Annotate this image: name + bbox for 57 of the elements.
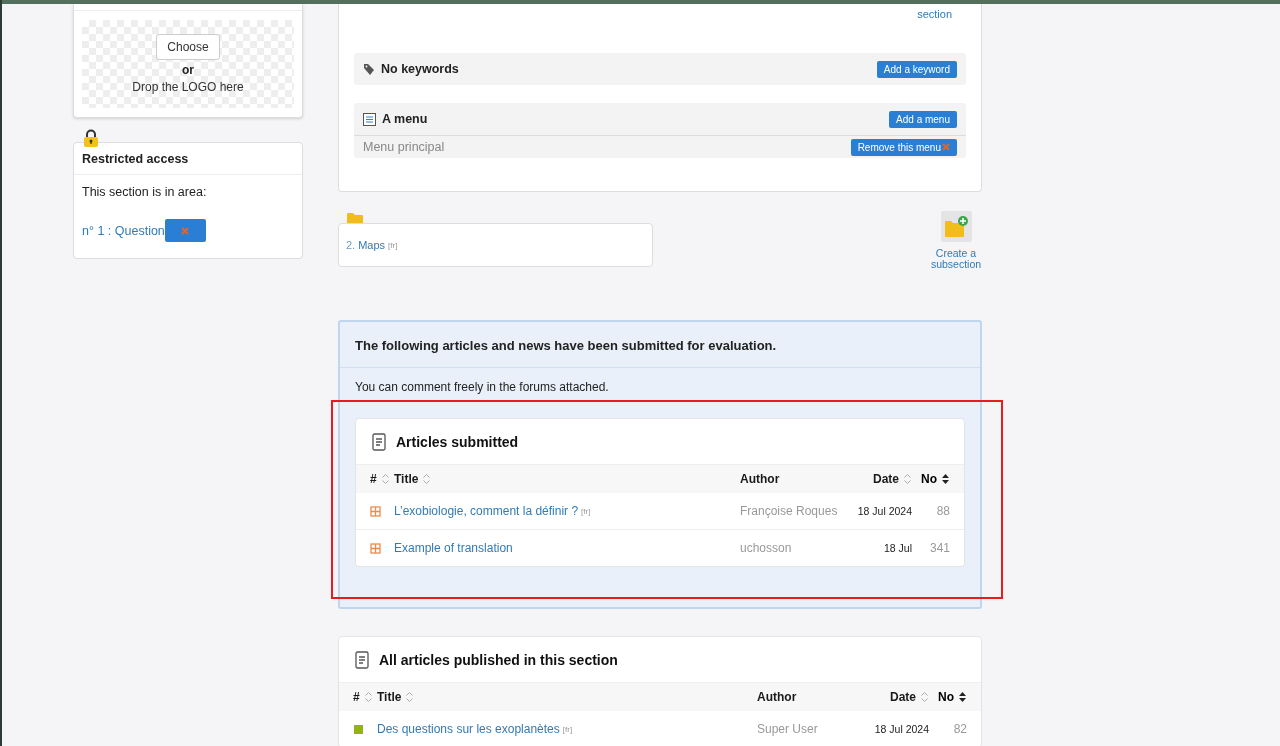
author-cell: Françoise Roques — [740, 504, 838, 518]
article-link[interactable]: L’exobiologie, comment la définir ? — [394, 504, 579, 518]
sort-icon — [941, 473, 950, 485]
sort-icon — [903, 473, 912, 485]
subsection-link[interactable]: Maps — [358, 239, 386, 251]
author-cell: Super User — [757, 722, 818, 736]
area-text: This section is in area: — [81, 184, 208, 199]
tag-icon — [363, 62, 375, 76]
panel-title: No keywords — [381, 62, 460, 76]
panel-heading: The following articles and news have been submitted for evaluation. — [340, 322, 980, 368]
date-cell: 18 Jul 2024 — [857, 505, 912, 517]
folder-add-icon — [944, 215, 968, 238]
add-menu-button[interactable]: Add a menu — [889, 110, 957, 128]
column-header[interactable]: Title — [377, 690, 415, 704]
number-cell: 88 — [936, 504, 950, 518]
choose-button[interactable]: Choose — [156, 34, 220, 60]
card-title: Restricted access — [74, 143, 302, 175]
panel-note: You can comment freely in the forums attached. — [354, 379, 610, 394]
document-icon — [372, 432, 386, 451]
add-keyword-button[interactable]: Add a keyword — [876, 60, 957, 78]
date-cell: 18 Jul — [883, 542, 912, 554]
area-link[interactable]: n° 1 : Question — [82, 223, 165, 238]
column-header: Author — [757, 690, 797, 704]
language-tag: [fr] — [562, 724, 573, 734]
drop-zone[interactable]: Choose or Drop the LOGO here — [82, 20, 294, 108]
card-title: All articles published in this section — [379, 651, 618, 668]
sort-icon — [405, 691, 415, 703]
language-tag: [fr] — [388, 240, 398, 250]
sort-icon — [363, 691, 373, 703]
list-icon — [363, 112, 376, 126]
number-cell: 82 — [953, 722, 967, 736]
edit-link[interactable]: section — [917, 9, 952, 53]
create-subsection-link[interactable]: Create a subsection — [926, 211, 986, 269]
article-link[interactable]: Des questions sur les exoplanètes — [377, 722, 560, 736]
number-cell: 341 — [929, 541, 950, 555]
sort-icon — [380, 473, 390, 485]
sort-icon — [920, 691, 929, 703]
sort-icon — [958, 691, 967, 703]
language-tag: [fr] — [581, 506, 591, 516]
sort-icon — [422, 473, 432, 485]
drop-hint: Drop the LOGO here — [132, 80, 244, 94]
separator-text: or — [182, 63, 194, 77]
card-title: Articles submitted — [396, 433, 519, 450]
close-icon — [942, 143, 950, 151]
article-link[interactable]: Example of translation — [394, 541, 513, 555]
subsection-number: 2. — [346, 239, 356, 251]
date-cell: 18 Jul 2024 — [874, 723, 929, 735]
lock-icon — [83, 129, 99, 148]
document-icon — [355, 650, 369, 669]
panel-title: A menu — [382, 112, 429, 126]
remove-menu-button[interactable]: Remove this menu — [850, 138, 957, 156]
column-header[interactable]: Title — [394, 472, 432, 486]
remove-button[interactable] — [164, 219, 206, 242]
column-header: Author — [740, 472, 780, 486]
menu-name: Menu principal — [363, 140, 446, 154]
author-cell: uchosson — [740, 541, 792, 555]
close-icon — [181, 226, 190, 235]
